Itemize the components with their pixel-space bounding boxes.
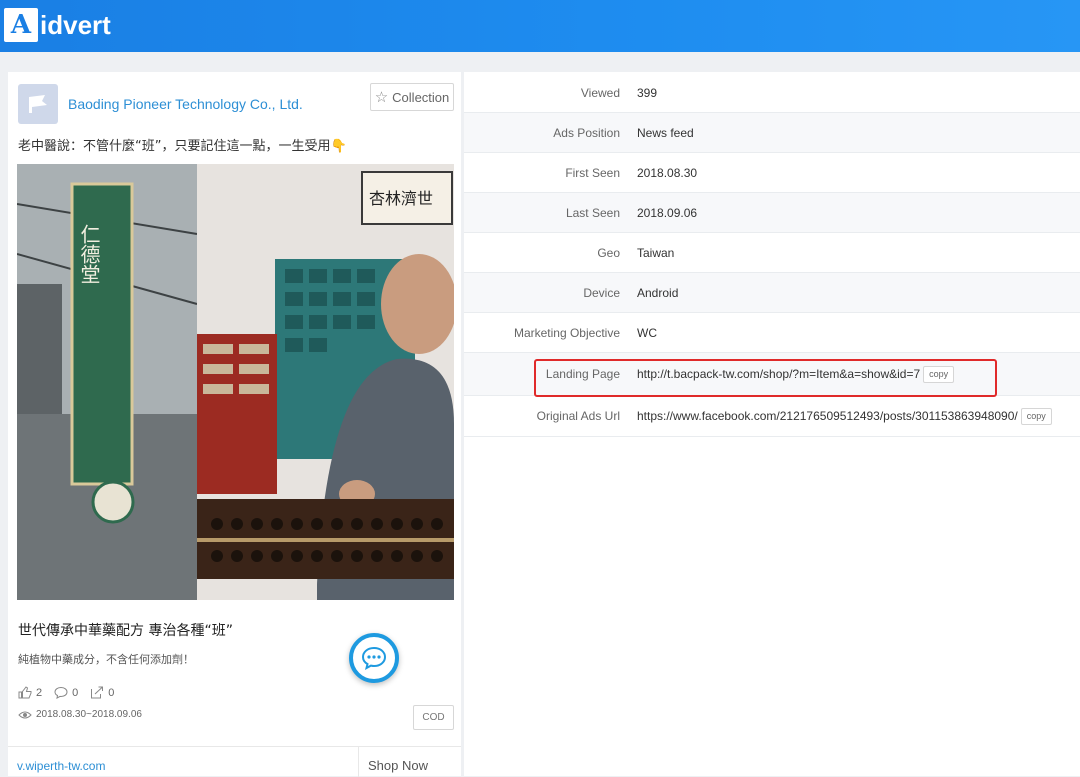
flag-icon bbox=[29, 95, 47, 113]
viewed-value: 399 bbox=[637, 85, 658, 100]
copy-original-url-button[interactable]: copy bbox=[1020, 407, 1052, 425]
advertiser-avatar bbox=[18, 84, 58, 124]
detail-value: News feed bbox=[637, 126, 694, 140]
ads-position-value: News feed bbox=[637, 125, 694, 140]
landing-page-url[interactable]: http://t.bacpack-tw.com/shop/?m=Item&a=s… bbox=[637, 367, 920, 381]
ad-card: Baoding Pioneer Technology Co., Ltd. ☆ C… bbox=[8, 72, 461, 777]
ad-headline: 世代傳承中華藥配方 專治各種“班” bbox=[18, 623, 233, 639]
detail-value: 2018.08.30 bbox=[637, 166, 697, 180]
detail-label: Landing Page bbox=[545, 367, 620, 381]
share-icon bbox=[91, 686, 104, 699]
shares-count: 0 bbox=[108, 686, 115, 699]
ad-details-panel: Viewed 399 Ads Position News feed First … bbox=[464, 72, 1080, 776]
comment-icon bbox=[54, 686, 68, 699]
thumbs-up-icon bbox=[18, 686, 32, 699]
likes-stat: 2 bbox=[18, 686, 42, 699]
chat-icon bbox=[361, 646, 387, 670]
top-bar: A idvert bbox=[0, 0, 1080, 52]
detail-row-original-ads-url: Original Ads Url https://www.facebook.co… bbox=[464, 396, 1080, 437]
detail-value: Android bbox=[637, 286, 678, 300]
detail-label: Device bbox=[583, 285, 620, 300]
detail-row-landing-page: Landing Page http://t.bacpack-tw.com/sho… bbox=[464, 353, 1080, 396]
detail-label: Marketing Objective bbox=[513, 325, 620, 340]
logo-mark: A bbox=[4, 8, 38, 42]
detail-value: WC bbox=[637, 326, 657, 340]
comments-count: 0 bbox=[72, 686, 79, 699]
detail-row-first-seen: First Seen 2018.08.30 bbox=[464, 153, 1080, 193]
detail-row-ads-position: Ads Position News feed bbox=[464, 113, 1080, 153]
detail-value: 2018.09.06 bbox=[637, 206, 697, 220]
detail-row-geo: Geo Taiwan bbox=[464, 233, 1080, 273]
detail-value: Taiwan bbox=[637, 246, 674, 260]
original-ads-url[interactable]: https://www.facebook.com/212176509512493… bbox=[637, 409, 1018, 423]
detail-row-device: Device Android bbox=[464, 273, 1080, 313]
shop-now-button[interactable]: Shop Now bbox=[358, 747, 461, 777]
detail-label: Geo bbox=[597, 245, 620, 260]
chat-button[interactable] bbox=[349, 633, 399, 683]
device-value: Android bbox=[637, 285, 679, 300]
post-text: 老中醫說：不管什麼“班”，只要記住這一點，一生受用👇 bbox=[18, 139, 347, 154]
last-seen-value: 2018.09.06 bbox=[637, 205, 698, 220]
detail-value: 399 bbox=[637, 86, 657, 100]
logo-text: idvert bbox=[40, 9, 111, 40]
detail-row-viewed: Viewed 399 bbox=[464, 73, 1080, 113]
detail-label: First Seen bbox=[565, 165, 620, 180]
detail-value: https://www.facebook.com/212176509512493… bbox=[637, 407, 1052, 425]
detail-label: Ads Position bbox=[553, 125, 620, 140]
copy-landing-page-button[interactable]: copy bbox=[923, 365, 955, 383]
star-icon: ☆ bbox=[374, 89, 389, 106]
detail-row-last-seen: Last Seen 2018.09.06 bbox=[464, 193, 1080, 233]
ad-description: 純植物中藥成分，不含任何添加劑！ bbox=[18, 653, 194, 666]
detail-value: http://t.bacpack-tw.com/shop/?m=Item&a=s… bbox=[637, 365, 955, 383]
first-seen-value: 2018.08.30 bbox=[637, 165, 698, 180]
logo[interactable]: A idvert bbox=[4, 7, 111, 43]
ad-image-illustration: 仁德堂 杏林濟世 bbox=[17, 164, 454, 600]
sign-char-1: 仁德堂 bbox=[77, 224, 101, 284]
detail-label: Last Seen bbox=[565, 205, 620, 220]
detail-label: Viewed bbox=[580, 85, 620, 100]
detail-row-marketing-objective: Marketing Objective WC bbox=[464, 313, 1080, 353]
shares-stat: 0 bbox=[90, 686, 114, 699]
cod-badge[interactable]: COD bbox=[413, 705, 454, 730]
detail-label: Original Ads Url bbox=[536, 409, 620, 423]
comments-stat: 0 bbox=[54, 686, 78, 699]
eye-icon bbox=[18, 711, 32, 718]
display-url-link[interactable]: v.wiperth-tw.com bbox=[17, 759, 105, 773]
date-range-text: 2018.08.30~2018.09.06 bbox=[36, 709, 142, 720]
collection-button[interactable]: ☆ Collection bbox=[370, 83, 454, 111]
collection-label: Collection bbox=[392, 89, 450, 105]
ad-image[interactable]: 仁德堂 杏林濟世 bbox=[17, 164, 454, 600]
advertiser-name[interactable]: Baoding Pioneer Technology Co., Ltd. bbox=[68, 96, 303, 112]
likes-count: 2 bbox=[36, 686, 43, 699]
marketing-objective-value: WC bbox=[637, 325, 657, 340]
geo-value: Taiwan bbox=[637, 245, 675, 260]
engagement-stats: 2 0 0 bbox=[18, 686, 126, 699]
card-footer: v.wiperth-tw.com Shop Now bbox=[8, 746, 461, 777]
wall-sign-text: 杏林濟世 bbox=[369, 189, 433, 208]
date-range: 2018.08.30~2018.09.06 bbox=[18, 709, 142, 720]
